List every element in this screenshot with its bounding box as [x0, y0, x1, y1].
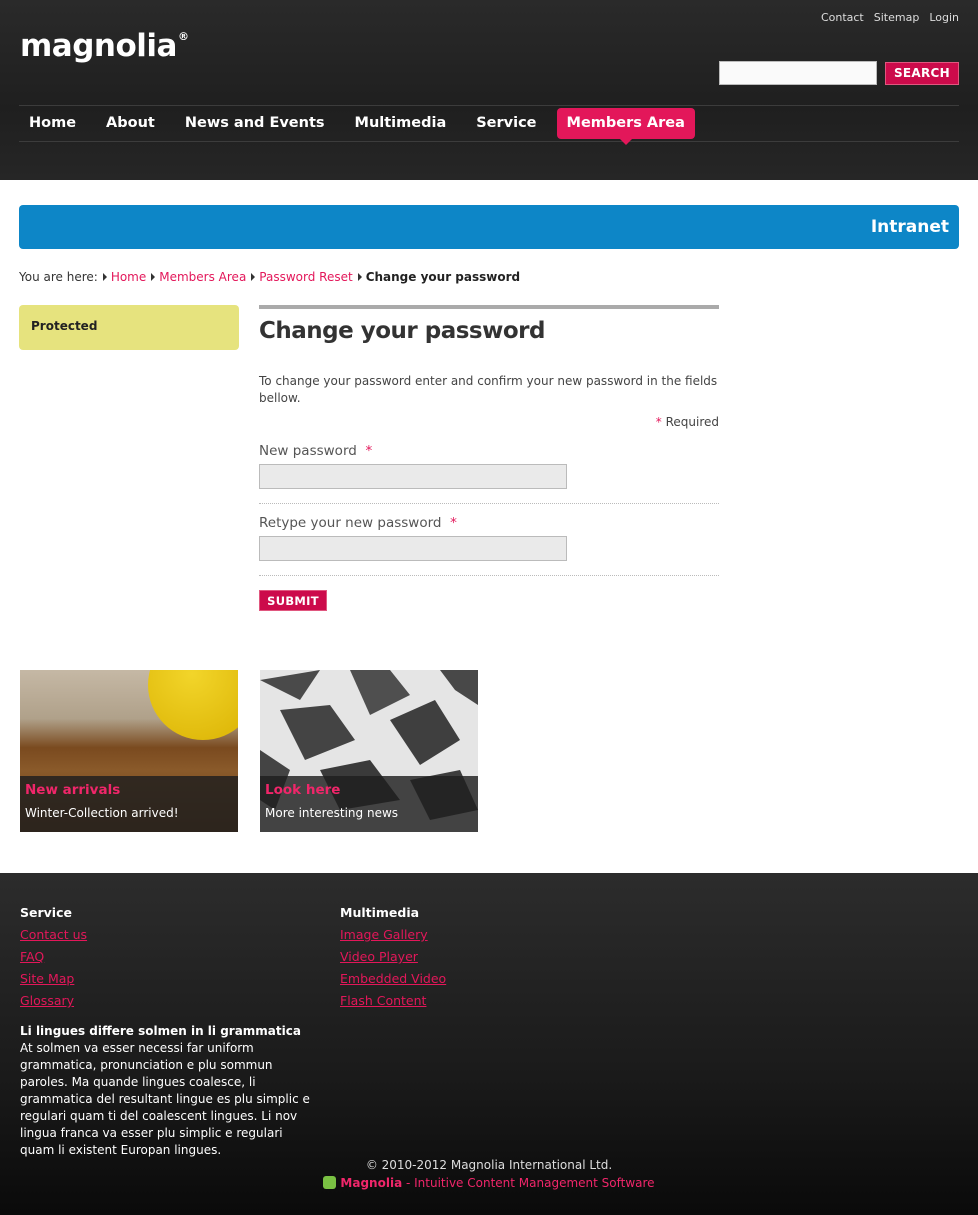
- chevron-right-icon: [357, 273, 362, 281]
- nav-home[interactable]: Home: [19, 108, 86, 139]
- footer-multimedia-column: Multimedia Image Gallery Video Player Em…: [340, 905, 446, 1012]
- footer-service-column: Service Contact us FAQ Site Map Glossary: [20, 905, 87, 1012]
- breadcrumb: You are here: Home Members Area Password…: [19, 270, 520, 284]
- banner-title: Intranet: [870, 217, 949, 237]
- new-password-label: New password *: [259, 443, 373, 459]
- teaser-caption: Look here More interesting news: [260, 776, 478, 832]
- search-input[interactable]: [719, 61, 877, 85]
- footer-link-contact-us[interactable]: Contact us: [20, 924, 87, 946]
- magnolia-icon: [323, 1176, 337, 1189]
- powered-brand[interactable]: Magnolia: [340, 1176, 402, 1190]
- teaser-subtitle: Winter-Collection arrived!: [25, 806, 179, 820]
- chevron-right-icon: [151, 273, 156, 281]
- page-title: Change your password: [259, 318, 545, 344]
- nav-news-and-events[interactable]: News and Events: [175, 108, 335, 139]
- nav-multimedia[interactable]: Multimedia: [345, 108, 457, 139]
- change-password-form: Change your password To change your pass…: [259, 305, 719, 611]
- login-link[interactable]: Login: [929, 11, 959, 24]
- required-note: * Required: [655, 415, 719, 429]
- retype-password-field: Retype your new password *: [259, 515, 719, 576]
- copyright: © 2010-2012 Magnolia International Ltd.: [365, 1158, 613, 1172]
- teaser-look-here[interactable]: Look here More interesting news: [260, 670, 478, 832]
- footer-text-block: Li lingues differe solmen in li grammati…: [20, 1023, 320, 1159]
- site-header: magnolia® Contact Sitemap Login SEARCH H…: [0, 0, 978, 180]
- retype-password-input[interactable]: [259, 536, 567, 561]
- magnolia-logo[interactable]: magnolia®: [20, 28, 189, 64]
- contact-link[interactable]: Contact: [821, 11, 864, 24]
- footer-heading: Multimedia: [340, 905, 420, 920]
- sitemap-link[interactable]: Sitemap: [874, 11, 920, 24]
- submit-button[interactable]: SUBMIT: [259, 590, 327, 611]
- powered-tagline[interactable]: - Intuitive Content Management Software: [402, 1176, 655, 1190]
- yellow-object-image: [148, 670, 238, 740]
- breadcrumb-home[interactable]: Home: [111, 270, 146, 284]
- teaser-subtitle: More interesting news: [265, 806, 399, 820]
- new-password-input[interactable]: [259, 464, 567, 489]
- breadcrumb-members-area[interactable]: Members Area: [159, 270, 246, 284]
- teaser-title[interactable]: New arrivals: [25, 782, 233, 798]
- site-footer: Service Contact us FAQ Site Map Glossary…: [0, 873, 978, 1215]
- nav-about[interactable]: About: [96, 108, 165, 139]
- nav-service[interactable]: Service: [466, 108, 546, 139]
- footer-link-flash-content[interactable]: Flash Content: [340, 990, 446, 1012]
- chevron-right-icon: [251, 273, 256, 281]
- breadcrumb-current: Change your password: [365, 270, 521, 284]
- chevron-right-icon: [102, 273, 107, 281]
- footer-heading: Service: [20, 905, 72, 920]
- search-button[interactable]: SEARCH: [885, 62, 959, 85]
- new-password-field: New password *: [259, 443, 719, 504]
- footer-link-video-player[interactable]: Video Player: [340, 946, 446, 968]
- main-navigation: Home About News and Events Multimedia Se…: [19, 105, 959, 145]
- teaser-caption: New arrivals Winter-Collection arrived!: [20, 776, 238, 832]
- footer-link-glossary[interactable]: Glossary: [20, 990, 87, 1012]
- footer-text-title: Li lingues differe solmen in li grammati…: [20, 1024, 301, 1038]
- nav-members-area[interactable]: Members Area: [556, 108, 695, 145]
- footer-text-body: At solmen va esser necessi far uniform g…: [20, 1041, 310, 1157]
- retype-password-label: Retype your new password *: [259, 515, 457, 531]
- teaser-new-arrivals[interactable]: New arrivals Winter-Collection arrived!: [20, 670, 238, 832]
- breadcrumb-password-reset[interactable]: Password Reset: [259, 270, 352, 284]
- footer-link-embedded-video[interactable]: Embedded Video: [340, 968, 446, 990]
- breadcrumb-prefix: You are here:: [19, 270, 98, 284]
- footer-link-faq[interactable]: FAQ: [20, 946, 87, 968]
- teaser-title[interactable]: Look here: [265, 782, 473, 798]
- divider: [259, 305, 719, 309]
- top-utility-nav: Contact Sitemap Login: [821, 11, 959, 24]
- powered-by[interactable]: Magnolia - Intuitive Content Management …: [0, 1176, 978, 1190]
- intranet-banner: Intranet: [19, 205, 959, 249]
- protected-badge: Protected: [19, 305, 239, 350]
- footer-link-image-gallery[interactable]: Image Gallery: [340, 924, 446, 946]
- form-intro: To change your password enter and confir…: [259, 374, 718, 405]
- footer-link-site-map[interactable]: Site Map: [20, 968, 87, 990]
